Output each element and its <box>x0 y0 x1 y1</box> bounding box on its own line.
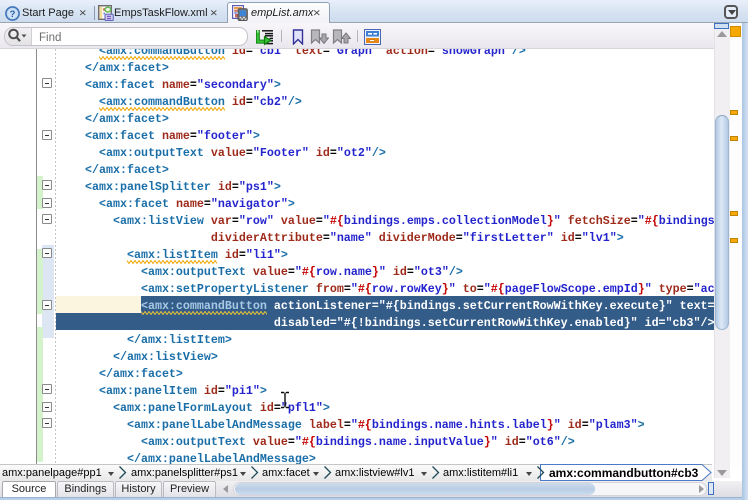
svg-text:?: ? <box>10 9 16 20</box>
